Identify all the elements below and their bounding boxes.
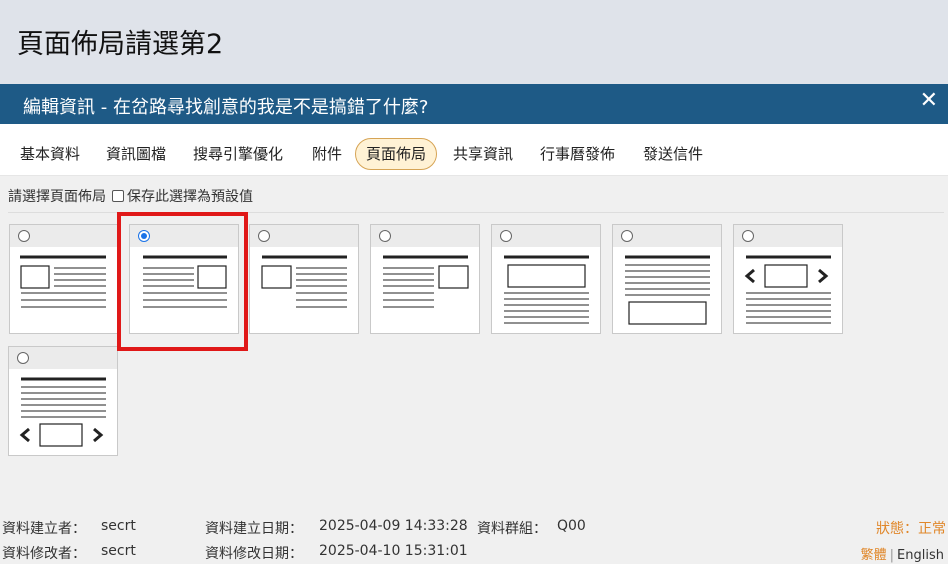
layout-thumb-carousel-bottom-icon [19,377,106,447]
layout-thumb-carousel-top-icon [744,255,831,324]
created-date-label: 資料建立日期： [205,521,303,537]
top-banner: 頁面佈局請選第2 [0,0,948,84]
dialog-header: 編輯資訊 - 在岔路尋找創意的我是不是搞錯了什麼? ✕ [0,84,948,124]
modifier-label: 資料修改者： [2,546,86,562]
tab-attachments[interactable]: 附件 [312,138,342,170]
layout-radio-8[interactable] [17,352,29,364]
group-value: Q00 [557,518,586,534]
layout-thumb-image-top-icon [504,255,589,324]
tab-shared-info[interactable]: 共享資訊 [453,138,513,170]
layout-radio-6[interactable] [621,230,633,242]
layout-radio-4[interactable] [379,230,391,242]
created-date-value: 2025-04-09 14:33:28 [319,518,468,534]
tab-send-mail[interactable]: 發送信件 [643,138,703,170]
layout-option-2[interactable] [129,224,239,334]
tab-calendar-publish[interactable]: 行事曆發佈 [540,138,615,170]
divider [8,212,944,213]
layout-radio-1[interactable] [18,230,30,242]
modified-date-label: 資料修改日期： [205,546,303,562]
tab-images[interactable]: 資訊圖檔 [106,138,166,170]
status-badge: 狀態：正常 [876,518,946,538]
layout-option-8[interactable] [8,346,118,456]
layout-thumb-image-right-icon [143,255,227,308]
layout-prompt: 請選擇頁面佈局 [8,189,106,205]
layout-thumb-image-left-short-icon [261,255,347,308]
modified-date-value: 2025-04-10 15:31:01 [319,543,468,559]
layout-option-1[interactable] [9,224,119,334]
tab-seo[interactable]: 搜尋引擎優化 [193,138,283,170]
layout-radio-3[interactable] [258,230,270,242]
layout-option-5[interactable] [491,224,601,334]
lang-traditional-chinese[interactable]: 繁體 [861,548,887,563]
group-label: 資料群組： [477,521,547,537]
footer: 資料建立者： secrt 資料建立日期： 2025-04-09 14:33:28… [0,510,948,564]
layout-radio-7[interactable] [742,230,754,242]
layout-option-3[interactable] [249,224,359,334]
layout-radio-5[interactable] [500,230,512,242]
lang-english[interactable]: English [897,548,944,563]
creator-label: 資料建立者： [2,521,86,537]
layout-prompt-row: 請選擇頁面佈局 保存此選擇為預設值 [8,186,253,206]
save-default-label[interactable]: 保存此選擇為預設值 [127,186,253,206]
layout-thumb-image-bottom-icon [625,255,710,325]
dialog-title: 編輯資訊 - 在岔路尋找創意的我是不是搞錯了什麼? [23,97,429,118]
modifier-value: secrt [101,543,136,559]
status-label: 狀態： [876,521,918,537]
tab-bar: 基本資料 資訊圖檔 搜尋引擎優化 附件 頁面佈局 共享資訊 行事曆發佈 發送信件 [0,124,948,176]
save-default-checkbox[interactable] [112,190,124,202]
language-switcher: 繁體 | English [860,548,944,563]
layout-thumb-image-right-short-icon [383,255,469,308]
layout-radio-2[interactable] [138,230,150,242]
layout-thumb-image-left-icon [20,255,106,308]
close-button[interactable]: ✕ [920,87,938,115]
page-title: 頁面佈局請選第2 [17,29,224,60]
status-value: 正常 [918,521,946,537]
layout-option-4[interactable] [370,224,480,334]
tab-basic-info[interactable]: 基本資料 [20,138,80,170]
layout-option-7[interactable] [733,224,843,334]
layout-option-6[interactable] [612,224,722,334]
tab-page-layout[interactable]: 頁面佈局 [355,138,438,170]
creator-value: secrt [101,518,136,534]
